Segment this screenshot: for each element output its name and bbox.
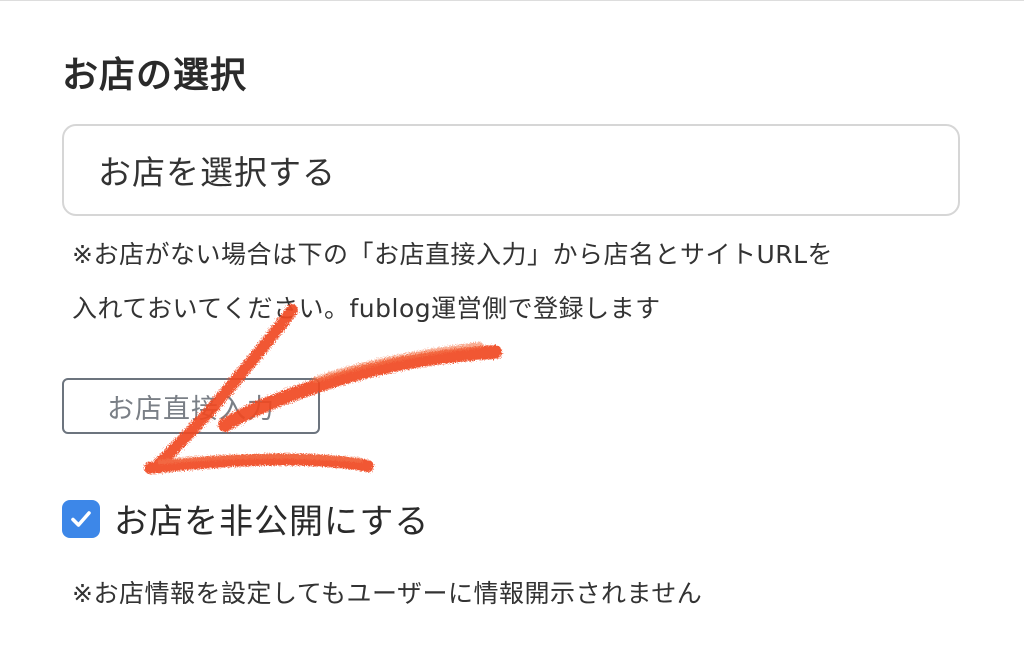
shop-settings-page: お店の選択 お店を選択する ※お店がない場合は下の「お店直接入力」から店名とサイ… <box>0 0 1024 667</box>
shop-select-dropdown[interactable]: お店を選択する <box>62 124 960 216</box>
shop-select-value: お店を選択する <box>98 153 336 192</box>
privacy-note: ※お店情報を設定してもユーザーに情報開示されません <box>72 579 703 608</box>
top-divider <box>0 0 1024 1</box>
manual-entry-button[interactable]: お店直接入力 <box>62 378 320 434</box>
checkmark-icon <box>71 510 91 527</box>
section-title: お店の選択 <box>62 55 248 96</box>
arrow-head-lower <box>144 453 374 474</box>
help-text-line-2: 入れておいてください。fublog運営側で登録します <box>72 294 661 323</box>
help-text: ※お店がない場合は下の「お店直接入力」から店名とサイトURLを 入れておいてくだ… <box>72 228 972 336</box>
help-text-line-1: ※お店がない場合は下の「お店直接入力」から店名とサイトURLを <box>72 240 834 269</box>
private-checkbox-label: お店を非公開にする <box>114 502 430 542</box>
private-toggle-row[interactable]: お店を非公開にする <box>62 494 429 543</box>
private-checkbox[interactable] <box>62 499 100 538</box>
